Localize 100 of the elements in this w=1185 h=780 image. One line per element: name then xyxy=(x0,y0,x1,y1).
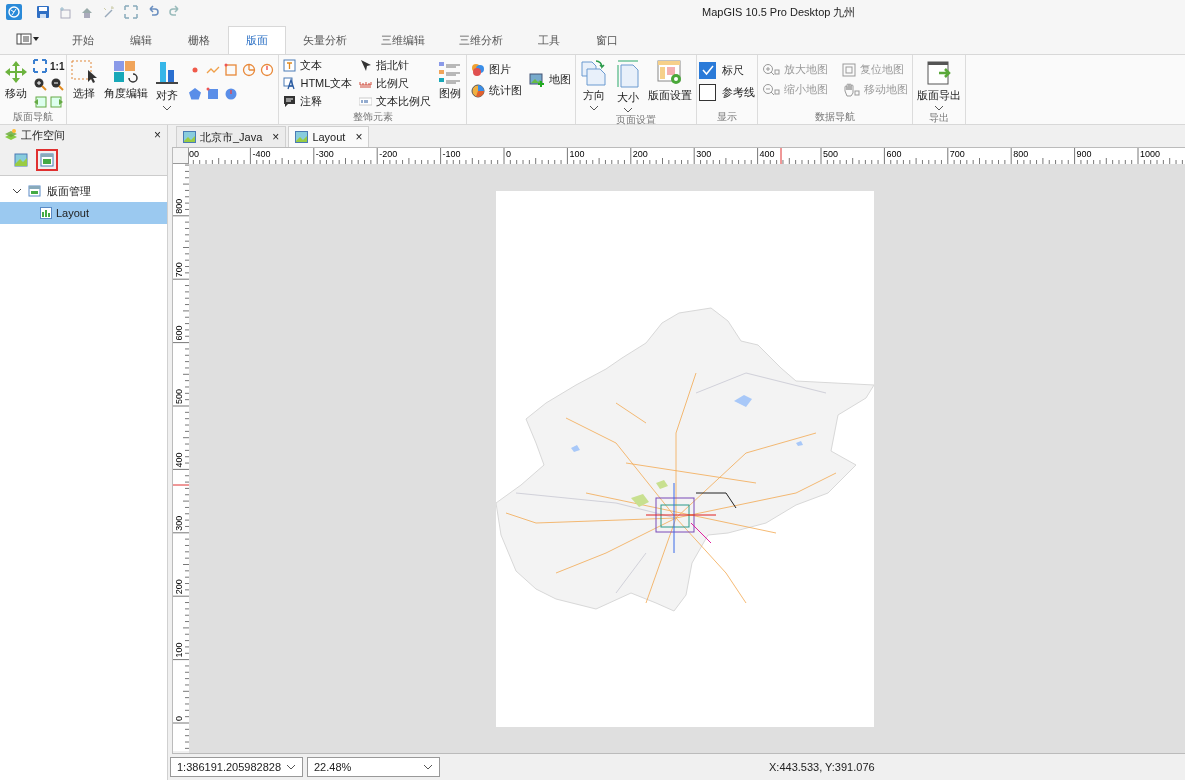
menu-tab[interactable]: 窗口 xyxy=(578,26,636,54)
ruler-label: 200 xyxy=(632,149,648,159)
legend-button[interactable]: 图例 xyxy=(436,57,465,101)
ruler-label: -100 xyxy=(442,149,461,159)
undo-icon[interactable] xyxy=(146,5,160,19)
dropdown-caret-icon xyxy=(423,764,433,770)
menu-tab[interactable]: 工具 xyxy=(520,26,578,54)
ruler-label: 700 xyxy=(174,262,184,278)
dropdown-caret-icon xyxy=(162,105,173,111)
square-icon[interactable] xyxy=(206,87,221,101)
ruler-label: 500 xyxy=(174,388,184,404)
add-icon[interactable] xyxy=(58,5,72,19)
text-icon xyxy=(283,59,297,72)
legend-icon xyxy=(438,60,463,84)
ruler-label: 800 xyxy=(1013,149,1029,159)
check-icon xyxy=(700,63,715,77)
html-text-icon xyxy=(283,77,297,90)
redo-icon[interactable] xyxy=(168,5,182,19)
reset-map-icon xyxy=(842,62,857,77)
checkbox[interactable] xyxy=(699,83,717,101)
clock-icon[interactable] xyxy=(260,63,275,77)
layout-folder-icon xyxy=(28,185,41,197)
hand-icon xyxy=(842,82,861,97)
page-settings-button[interactable]: 版面设置 xyxy=(646,57,695,103)
zoom-in-icon[interactable] xyxy=(33,77,47,91)
group-label: 导出 xyxy=(928,111,951,125)
map-view-icon xyxy=(14,153,28,167)
ruler-label: 900 xyxy=(1076,149,1092,159)
close-tab-button[interactable]: × xyxy=(266,130,280,144)
display-option[interactable]: 标尺 xyxy=(699,61,756,79)
add-map-button[interactable]: 地图 xyxy=(527,71,574,88)
menu-tab[interactable]: 栅格 xyxy=(170,26,228,54)
zoom-in-icon xyxy=(762,62,781,77)
ruler-label: -200 xyxy=(379,149,398,159)
size-button[interactable]: 大小 xyxy=(613,57,644,113)
pie-chart-icon xyxy=(471,83,486,98)
ruler-label: 800 xyxy=(174,198,184,214)
save-icon[interactable] xyxy=(36,5,50,19)
dropdown-caret-icon xyxy=(623,107,634,113)
move-button[interactable]: 移动 xyxy=(2,57,30,101)
decoration-button[interactable]: 文本 xyxy=(281,57,355,74)
ruler-label: 00 xyxy=(189,149,199,159)
menu-tab[interactable]: 三维分析 xyxy=(442,26,520,54)
pentagon-icon[interactable] xyxy=(188,87,203,101)
collapse-caret-icon[interactable] xyxy=(12,187,22,195)
menu-tab[interactable]: 矢量分析 xyxy=(286,26,364,54)
align-button[interactable]: 对齐 xyxy=(153,57,182,111)
app-logo-icon[interactable] xyxy=(6,4,22,20)
decoration-button[interactable]: 注释 xyxy=(281,93,355,110)
menu-tab[interactable]: 编辑 xyxy=(112,26,170,54)
insert-button[interactable]: 图片 xyxy=(469,61,525,78)
window-title: MapGIS 10.5 Pro Desktop 九州 xyxy=(702,4,856,20)
insert-button[interactable]: 统计图 xyxy=(469,82,525,99)
checkbox[interactable] xyxy=(699,61,717,79)
rectangle-icon[interactable] xyxy=(224,63,239,77)
map-add-icon xyxy=(529,72,546,87)
select-button[interactable]: 选择 xyxy=(69,57,100,101)
ruler-label: 1000 xyxy=(1140,149,1161,159)
close-button[interactable]: × xyxy=(154,128,161,142)
tree-item[interactable]: Layout xyxy=(0,202,167,224)
display-option[interactable]: 参考线 xyxy=(699,83,756,101)
align-icon xyxy=(155,60,180,86)
decoration-button[interactable]: 文本比例尺 xyxy=(357,93,434,110)
expand-icon[interactable] xyxy=(33,59,47,73)
fit-extent-icon[interactable] xyxy=(124,5,138,19)
document-tab[interactable]: Layout × xyxy=(288,126,370,147)
sector-icon[interactable] xyxy=(242,63,257,77)
group-label: 显示 xyxy=(716,110,739,124)
text-scale-icon xyxy=(359,95,373,108)
zoom-out-icon[interactable] xyxy=(50,77,65,91)
decoration-button[interactable]: 比例尺 xyxy=(357,75,434,92)
group-label: 数据导航 xyxy=(814,110,857,124)
move-arrows-icon xyxy=(4,60,28,84)
panel-menu-icon[interactable] xyxy=(16,33,40,45)
page-rotate-icon xyxy=(580,60,609,86)
menu-tab[interactable]: 三维编辑 xyxy=(364,26,442,54)
document-tab[interactable]: 北京市_Java × xyxy=(176,126,287,147)
view-toggle[interactable] xyxy=(36,149,58,171)
decoration-button[interactable]: HTML文本 xyxy=(281,75,355,92)
group-label: 页面设置 xyxy=(615,113,658,127)
orientation-button[interactable]: 方向 xyxy=(578,57,611,111)
ruler-label: 300 xyxy=(174,515,184,531)
cursor-marker xyxy=(780,148,782,165)
tree-item[interactable]: 版面管理 xyxy=(0,180,167,202)
layout-view-icon xyxy=(40,153,54,167)
menu-tab[interactable]: 开始 xyxy=(54,26,112,54)
ruler-label: 300 xyxy=(696,149,712,159)
circle-icon[interactable] xyxy=(224,87,239,101)
dropdown-caret-icon xyxy=(934,105,945,111)
export-button[interactable]: 版面导出 xyxy=(915,57,964,111)
actual-size-button[interactable]: 1:1 xyxy=(50,59,65,73)
ruler-label: -300 xyxy=(315,149,334,159)
angle-edit-button[interactable]: 角度编辑 xyxy=(102,57,151,101)
decoration-button[interactable]: 指北针 xyxy=(357,57,434,74)
menu-tab[interactable]: 版面 xyxy=(228,26,286,54)
close-tab-button[interactable]: × xyxy=(349,130,363,144)
scale-dropdown[interactable]: 1:386191.205982828 xyxy=(170,757,303,777)
ruler-label: 500 xyxy=(823,149,839,159)
wand-icon[interactable] xyxy=(102,5,116,19)
zoom-dropdown[interactable]: 22.48% xyxy=(307,757,440,777)
